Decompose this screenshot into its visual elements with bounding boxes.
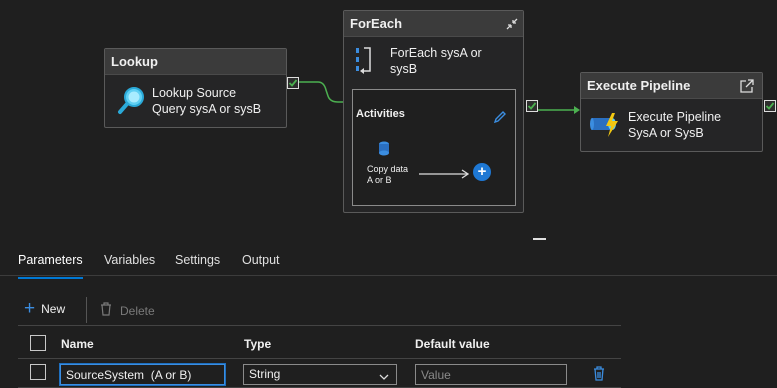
arrow-right-icon [419,166,471,184]
foreach-success-checkbox[interactable] [526,100,538,112]
checkmark-icon [527,102,537,110]
tab-parameters[interactable]: Parameters [18,253,83,279]
execute-pipeline-icon [590,109,622,144]
foreach-node-line1: ForEach sysA or [390,46,482,60]
properties-tab-bar: Parameters Variables Settings Output [0,240,777,279]
foreach-node-line2: sysB [390,62,418,76]
delete-button-label: Delete [120,303,155,318]
parameter-name-input[interactable] [59,363,226,386]
delete-parameter-button[interactable]: Delete [100,302,155,319]
pipeline-canvas[interactable]: Lookup Lookup Source Query sysA or sysB … [0,0,777,240]
tab-settings[interactable]: Settings [175,253,220,267]
magnifier-icon [117,85,147,120]
checkmark-icon [288,79,298,87]
column-header-name: Name [61,337,94,351]
table-header-divider [18,358,621,359]
trash-icon [100,302,112,319]
execute-node-line2: SysA or SysB [628,126,704,140]
tab-output[interactable]: Output [242,253,280,267]
tab-variables[interactable]: Variables [104,253,155,267]
new-parameter-button[interactable]: + New [24,298,66,319]
execute-pipeline-node[interactable]: Execute Pipeline Execute Pipeline SysA o… [580,72,763,152]
foreach-icon [354,45,376,80]
copy-data-line1: Copy data [367,164,409,174]
add-activity-button[interactable]: + [473,163,491,181]
table-top-divider [18,325,621,326]
column-header-default-value: Default value [415,337,490,351]
activities-label: Activities [356,108,405,120]
foreach-activity-node[interactable]: ForEach ForEach sysA or sysB Activities [343,10,524,213]
select-all-checkbox[interactable] [30,335,46,351]
execute-node-line1: Execute Pipeline [628,110,722,124]
copy-data-line2: A or B [367,175,392,185]
default-value-input[interactable] [415,364,567,385]
lookup-success-checkbox[interactable] [287,77,299,89]
chevron-down-icon [379,370,389,384]
foreach-node-title: ForEach [344,11,523,37]
row-select-checkbox[interactable] [30,364,46,380]
open-external-icon[interactable] [739,78,755,99]
edit-pencil-icon[interactable] [493,110,507,129]
new-button-label: New [41,302,66,316]
checkmark-icon [765,102,775,110]
execute-success-checkbox[interactable] [764,100,776,112]
column-header-type: Type [244,337,272,351]
parameter-type-value: String [249,367,281,381]
parameter-type-select[interactable]: String [243,364,397,385]
plus-icon: + [24,298,36,319]
lookup-activity-node[interactable]: Lookup Lookup Source Query sysA or sysB [104,48,287,128]
collapse-icon[interactable] [504,16,520,37]
lookup-node-line1: Lookup Source [152,86,237,100]
delete-row-trash-icon[interactable] [593,366,605,386]
toolbar-divider [86,297,87,323]
lookup-node-line2: Query sysA or sysB [152,102,262,116]
execute-node-title: Execute Pipeline [581,73,762,99]
foreach-activities-container[interactable]: Activities Copy data A or B + [352,89,516,206]
copy-data-icon [377,140,391,165]
lookup-node-title: Lookup [105,49,286,75]
